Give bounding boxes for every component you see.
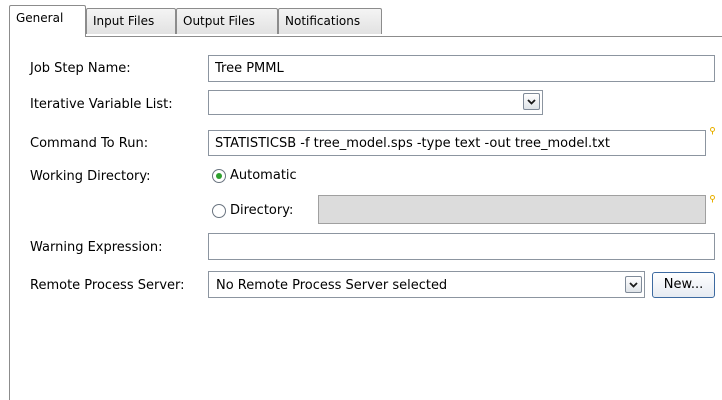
hint-bulb-icon — [710, 127, 715, 135]
warning-expression-input[interactable] — [208, 233, 715, 260]
chevron-down-icon[interactable] — [625, 276, 642, 293]
remote-process-server-label: Remote Process Server: — [30, 278, 185, 293]
job-step-name-input[interactable] — [208, 55, 715, 82]
new-server-button[interactable]: New... — [652, 272, 715, 298]
tab-input-files[interactable]: Input Files — [86, 8, 176, 34]
automatic-radio[interactable] — [212, 169, 226, 183]
hint-bulb-icon — [710, 195, 715, 203]
automatic-radio-label: Automatic — [230, 168, 297, 183]
tab-output-files[interactable]: Output Files — [176, 8, 278, 34]
iterative-variable-list-select[interactable] — [208, 90, 543, 115]
chevron-down-icon[interactable] — [523, 93, 540, 110]
iterative-variable-list-label: Iterative Variable List: — [30, 97, 173, 112]
remote-process-server-select[interactable]: No Remote Process Server selected — [208, 271, 645, 298]
command-to-run-label: Command To Run: — [30, 136, 149, 151]
command-to-run-input[interactable] — [208, 130, 706, 156]
warning-expression-label: Warning Expression: — [30, 240, 163, 255]
remote-process-server-value: No Remote Process Server selected — [216, 278, 448, 293]
tab-strip: General Input Files Output Files Notific… — [0, 0, 722, 37]
directory-radio-label: Directory: — [230, 203, 294, 218]
tab-general[interactable]: General — [9, 5, 86, 37]
working-directory-label: Working Directory: — [30, 169, 151, 184]
job-step-name-label: Job Step Name: — [30, 61, 131, 76]
directory-input[interactable] — [318, 195, 706, 224]
directory-radio[interactable] — [212, 204, 226, 218]
tab-notifications[interactable]: Notifications — [278, 8, 382, 34]
